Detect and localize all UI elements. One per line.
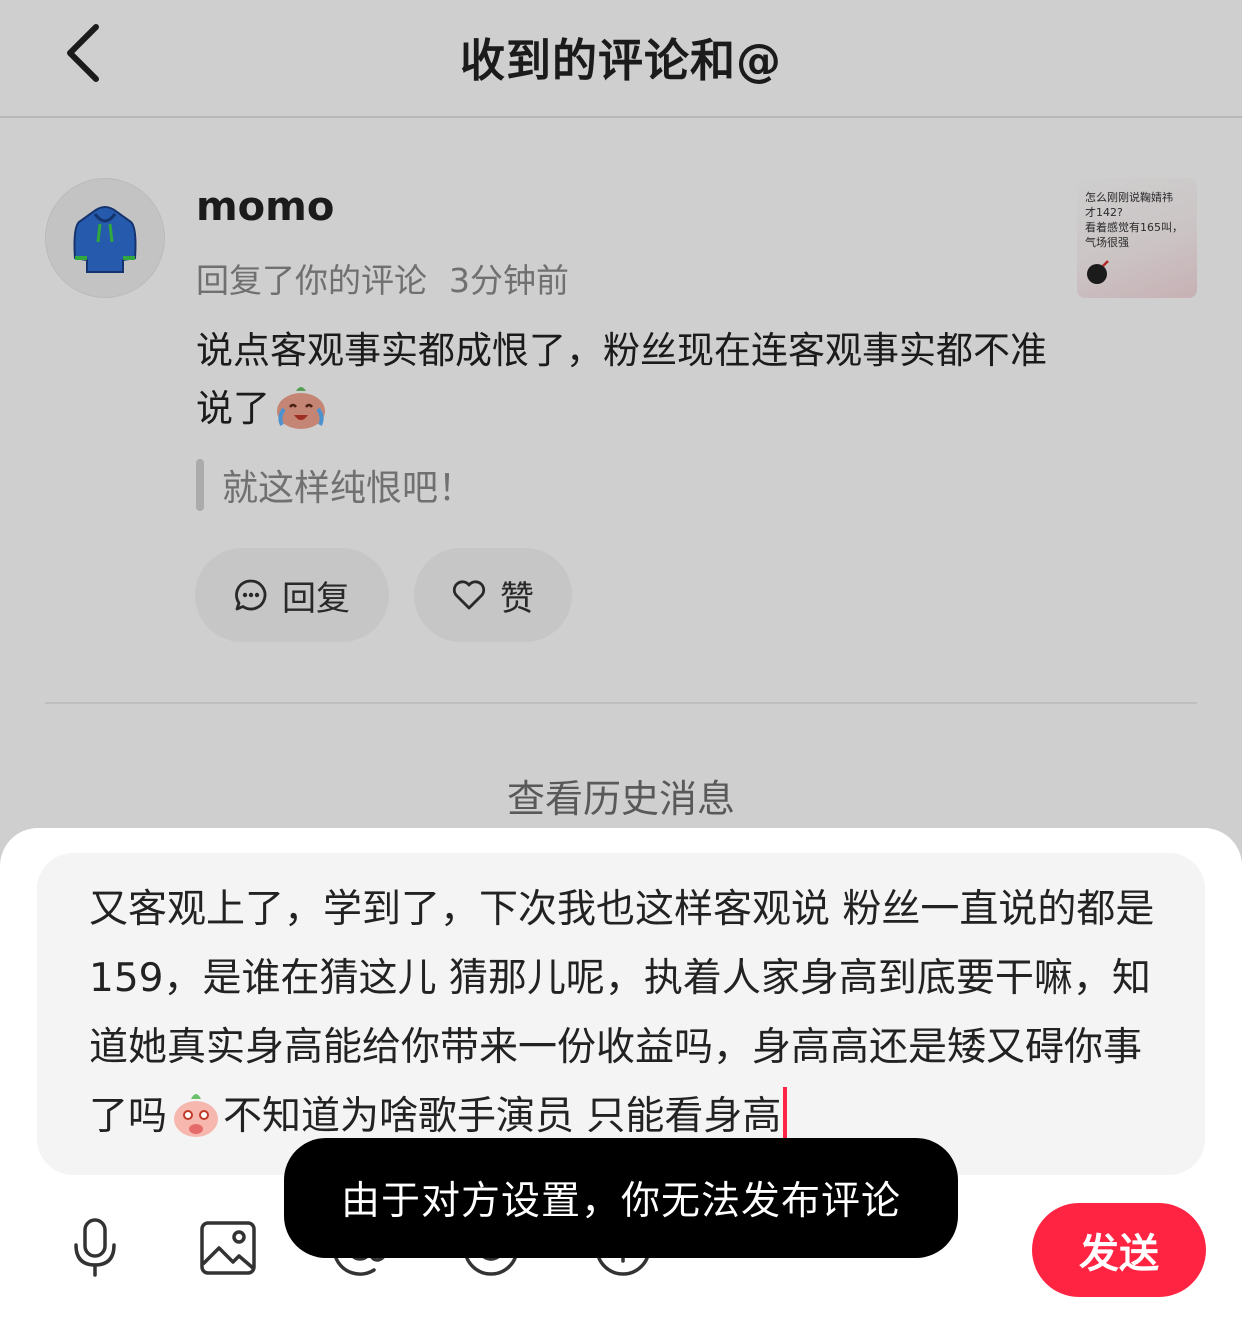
comment-input-text[interactable]: 又客观上了，学到了，下次我也这样客观说 粉丝一直说的都是159，是谁在猜这儿 猜… bbox=[89, 875, 1155, 1161]
shy-peach-emoji-icon bbox=[169, 1087, 223, 1161]
comment-input[interactable]: 又客观上了，学到了，下次我也这样客观说 粉丝一直说的都是159，是谁在猜这儿 猜… bbox=[37, 853, 1205, 1175]
error-toast: 由于对方设置，你无法发布评论 bbox=[284, 1138, 958, 1258]
image-picker-button[interactable] bbox=[193, 1213, 263, 1283]
image-icon bbox=[200, 1221, 256, 1275]
send-button[interactable]: 发送 bbox=[1032, 1203, 1206, 1297]
voice-input-button[interactable] bbox=[60, 1213, 130, 1283]
microphone-icon bbox=[74, 1218, 116, 1277]
text-caret bbox=[783, 1087, 788, 1139]
